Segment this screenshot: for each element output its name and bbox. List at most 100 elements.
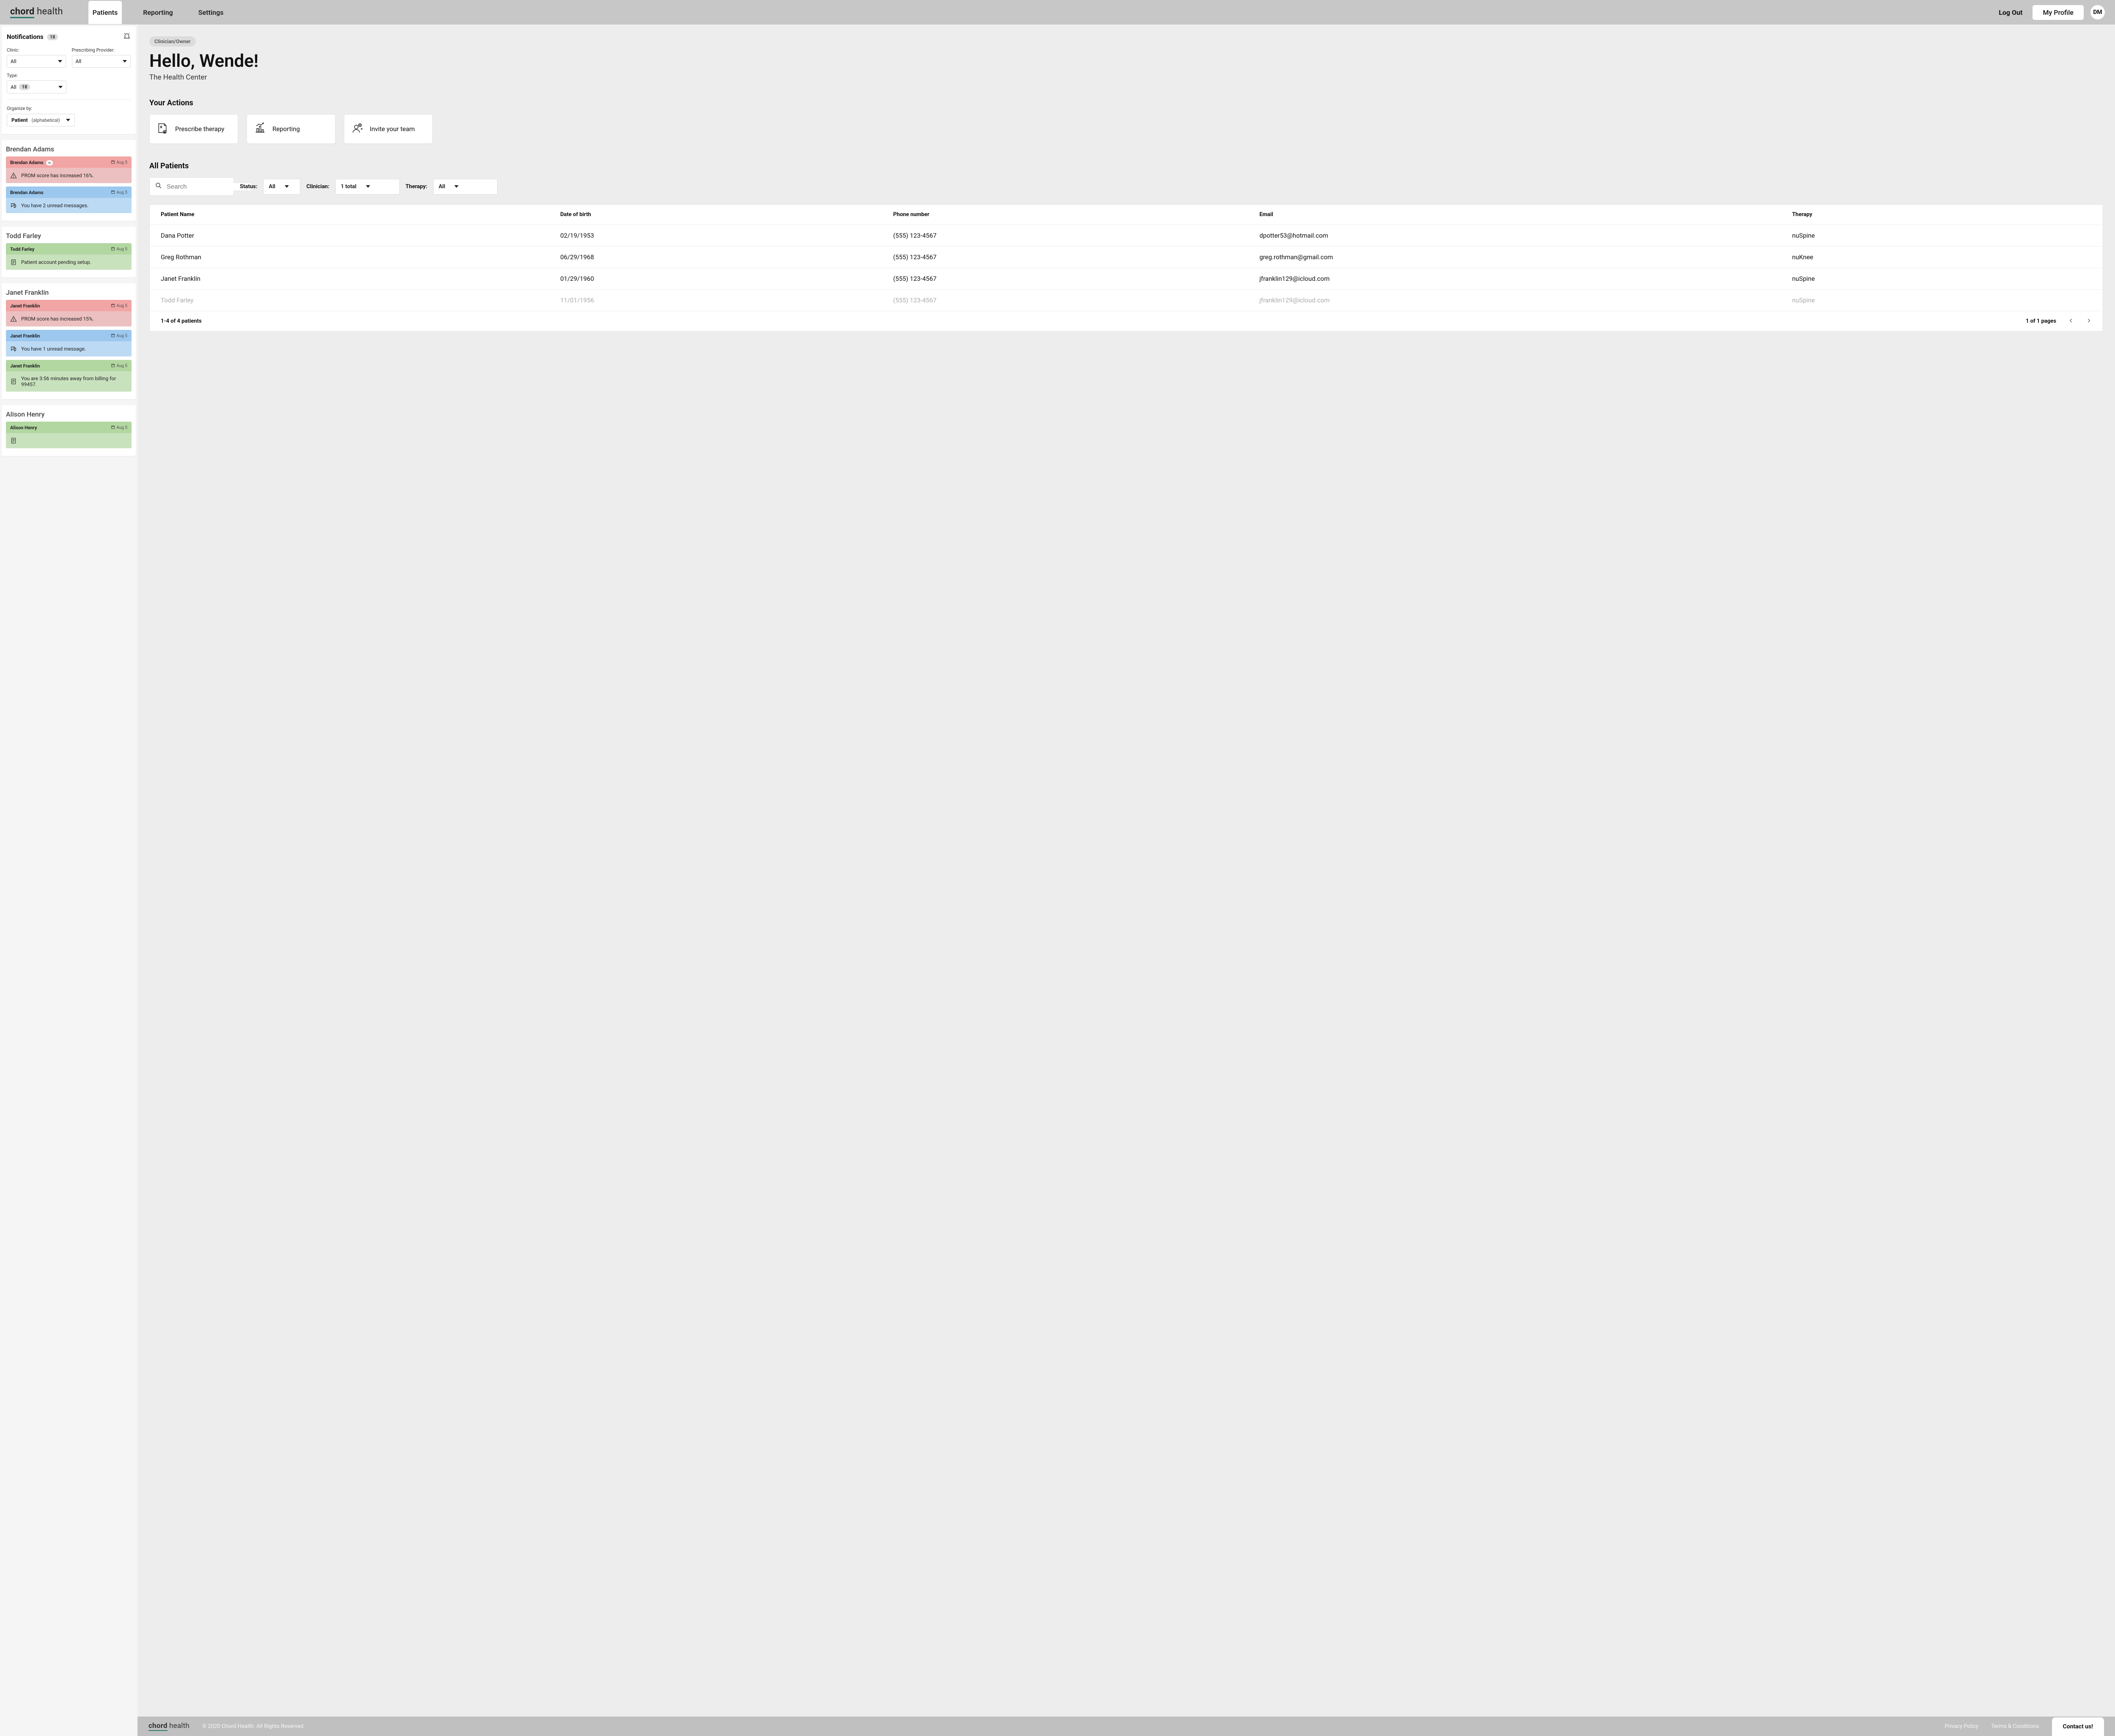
chevron-down-icon [123,60,127,63]
cell-dob: 01/29/1960 [560,275,893,282]
patient-group: Todd Farley Todd FarleyAug 5Patient accou… [2,227,136,277]
brand-first: chord [148,1722,168,1731]
next-page-button[interactable] [2086,317,2092,325]
main-nav: Patients Reporting Settings [88,1,228,24]
brand-logo[interactable]: chord health [10,6,63,18]
type-filter-value: All [11,84,16,90]
eye-icon [46,160,53,165]
status-filter-value: All [269,184,275,190]
th-name[interactable]: Patient Name [161,211,560,218]
your-actions-heading: Your Actions [149,99,2103,107]
app-header: chord health Patients Reporting Settings… [0,0,2115,25]
cell-phone: (555) 123-4567 [893,275,1260,282]
row-count: 1-4 of 4 patients [161,318,202,324]
patient-group-name[interactable]: Todd Farley [6,232,132,240]
cell-therapy: nuSpine [1792,232,2092,239]
calendar-icon [111,160,115,165]
notification-card[interactable]: Brendan AdamsAug 5You have 2 unread mess… [6,186,132,213]
terms-link[interactable]: Terms & Conditions [1991,1723,2039,1730]
patient-group-name[interactable]: Alison Henry [6,410,132,418]
clinician-filter-select[interactable]: 1 total [335,179,400,195]
contact-us-button[interactable]: Contact us! [2052,1717,2104,1736]
type-filter-count: 18 [19,84,30,90]
cell-dob: 02/19/1953 [560,232,893,239]
cell-therapy: nuKnee [1792,253,2092,261]
notification-card[interactable]: Janet FranklinAug 5You have 1 unread mes… [6,330,132,357]
table-footer: 1-4 of 4 patients 1 of 1 pages [150,311,2103,331]
provider-filter-label: Prescribing Provider: [72,47,131,53]
type-filter-select[interactable]: All 18 [7,80,66,93]
cell-name: Greg Rothman [161,253,560,261]
warning-icon [10,315,17,322]
cell-email: jfranklin129@icloud.com [1259,275,1792,282]
th-phone[interactable]: Phone number [893,211,1260,218]
table-row[interactable]: Greg Rothman06/29/1968(555) 123-4567greg… [150,247,2103,268]
cell-name: Janet Franklin [161,275,560,282]
organize-main: Patient [11,117,28,123]
patient-group-name[interactable]: Janet Franklin [6,288,132,296]
cell-phone: (555) 123-4567 [893,232,1260,239]
notification-card[interactable]: Janet FranklinAug 5You are 3:56 minutes … [6,360,132,392]
patient-group-name[interactable]: Brendan Adams [6,145,132,153]
notifications-count-badge: 18 [47,34,58,40]
notification-card[interactable]: Todd FarleyAug 5Patient account pending … [6,243,132,270]
th-email[interactable]: Email [1259,211,1792,218]
therapy-filter-select[interactable]: All [433,179,497,195]
action-reporting[interactable]: Reporting [247,114,335,144]
chevron-down-icon [366,185,370,188]
bell-icon[interactable] [123,32,131,41]
calendar-icon [111,333,115,339]
card-patient-name: Brendan Adams [10,190,44,195]
therapy-filter-label: Therapy: [406,184,427,190]
cell-phone: (555) 123-4567 [893,296,1260,304]
cell-therapy: nuSpine [1792,296,2092,304]
clinic-filter-value: All [11,58,16,64]
invite-icon [351,122,363,136]
status-filter-label: Status: [240,184,257,190]
search-input-wrap[interactable] [149,177,234,196]
provider-filter-select[interactable]: All [72,55,131,68]
card-message: PROM score has increased 15%. [21,316,94,322]
patients-table: Patient Name Date of birth Phone number … [149,204,2103,332]
notifications-title: Notifications [7,33,44,41]
action-prescribe-therapy[interactable]: Prescribe therapy [149,114,238,144]
clinic-filter-select[interactable]: All [7,55,66,68]
action-invite-team[interactable]: Invite your team [344,114,433,144]
th-dob[interactable]: Date of birth [560,211,893,218]
cell-email: greg.rothman@gmail.com [1259,253,1792,261]
avatar[interactable]: DM [2090,5,2105,19]
organize-by-select[interactable]: Patient (alphabetical) [7,114,75,126]
card-patient-name: Brendan Adams [10,160,44,165]
card-date: Aug 5 [111,190,127,195]
cell-name: Dana Potter [161,232,560,239]
nav-settings[interactable]: Settings [194,1,228,24]
notification-card[interactable]: Alison HenryAug 5 [6,422,132,448]
th-therapy[interactable]: Therapy [1792,211,2092,218]
nav-patients[interactable]: Patients [88,1,122,24]
my-profile-button[interactable]: My Profile [2033,5,2084,20]
card-message: Patient account pending setup. [21,259,91,265]
app-footer: chord health © 2020 Chord Health. All Ri… [137,1717,2115,1736]
organize-by-label: Organize by: [7,106,131,111]
table-row[interactable]: Todd Farley11/01/1956(555) 123-4567jfran… [150,290,2103,311]
main-content: Clinician/Owner Hello, Wende! The Health… [137,25,2115,1736]
logout-link[interactable]: Log Out [1999,8,2022,16]
status-filter-select[interactable]: All [263,179,300,195]
calendar-icon [111,303,115,309]
action-label: Invite your team [370,125,415,133]
search-input[interactable] [167,183,251,190]
notifications-sidebar: Notifications 18 Clinic: All Prescribing… [0,25,137,1736]
chevron-down-icon [66,119,70,121]
table-row[interactable]: Janet Franklin01/29/1960(555) 123-4567jf… [150,268,2103,290]
footer-logo[interactable]: chord health [148,1722,190,1731]
table-row[interactable]: Dana Potter02/19/1953(555) 123-4567dpott… [150,225,2103,247]
role-chip: Clinician/Owner [149,36,196,47]
notification-card[interactable]: Brendan AdamsAug 5PROM score has increas… [6,156,132,183]
clinician-filter-label: Clinician: [306,184,329,190]
patient-group: Brendan AdamsBrendan AdamsAug 5PROM scor… [2,140,136,221]
prev-page-button[interactable] [2068,317,2074,325]
privacy-link[interactable]: Privacy Policy [1945,1723,1978,1730]
card-patient-name: Janet Franklin [10,333,40,339]
notification-card[interactable]: Janet FranklinAug 5PROM score has increa… [6,300,132,326]
nav-reporting[interactable]: Reporting [139,1,177,24]
